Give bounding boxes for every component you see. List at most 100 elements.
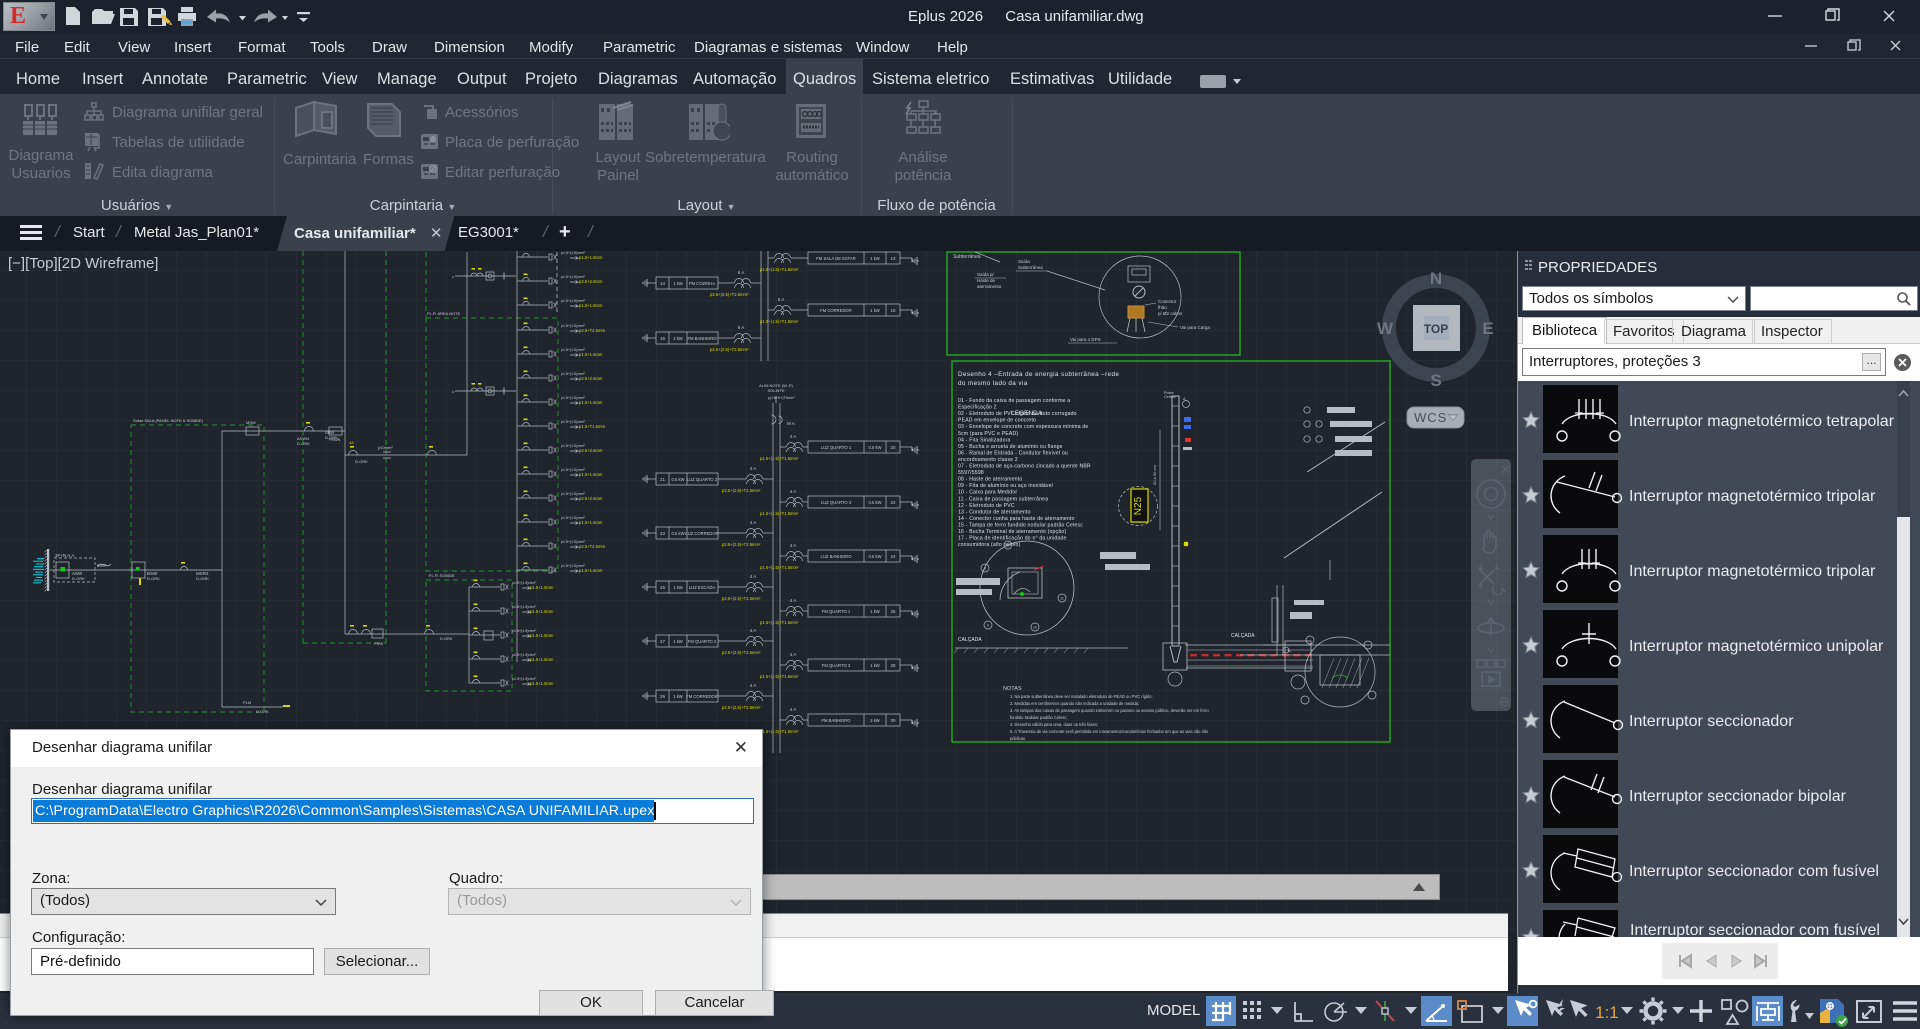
svg-text:D-GRK: D-GRK	[196, 576, 209, 581]
svg-text:4 A: 4 A	[750, 520, 757, 525]
svg-text:0.5 kW: 0.5 kW	[868, 445, 881, 450]
svg-text:p2.5+(2.5)+T2.5mm²: p2.5+(2.5)+T2.5mm²	[710, 292, 749, 297]
svg-text:p2.5+T2.5mm: p2.5+T2.5mm	[579, 328, 605, 333]
svg-text:p1.5+1.5mm: p1.5+1.5mm	[530, 609, 554, 614]
svg-text:1:1: 1:1	[1595, 1003, 1619, 1022]
svg-text:p2.5+T2.5mm: p2.5+T2.5mm	[579, 544, 605, 549]
svg-text:4 A: 4 A	[790, 434, 797, 439]
svg-text:FM COZINHA: FM COZINHA	[689, 281, 715, 286]
svg-text:LUZ BANHEIRO: LUZ BANHEIRO	[821, 554, 853, 559]
svg-text:1 kW: 1 kW	[673, 694, 683, 699]
svg-text:4 A: 4 A	[750, 466, 757, 471]
svg-text:Especificação 2: Especificação 2	[958, 405, 997, 411]
svg-text:W: W	[1377, 319, 1394, 338]
svg-text:Celesc: Celesc	[1164, 395, 1176, 399]
svg-text:4 A: 4 A	[790, 489, 797, 494]
svg-text:09 - Fita de alumínio ou aço i: 09 - Fita de alumínio ou aço inoxidável	[958, 483, 1053, 489]
svg-text:08 - Haste de aterramento: 08 - Haste de aterramento	[958, 477, 1022, 483]
svg-text:M A: M A	[787, 421, 795, 426]
svg-text:06 - Ramal de Entrada - Condut: 06 - Ramal de Entrada - Condutor flexíve…	[958, 450, 1068, 456]
svg-text:8: 8	[984, 567, 986, 571]
svg-text:13 - Condutor de aterramento: 13 - Condutor de aterramento	[958, 509, 1031, 515]
svg-text:1 kW: 1 kW	[673, 585, 683, 590]
svg-text:0.5 kW: 0.5 kW	[671, 477, 684, 482]
svg-text:0.5 kW: 0.5 kW	[868, 500, 881, 505]
svg-text:14: 14	[660, 281, 666, 286]
svg-text:Interruptor seccionador com fu: Interruptor seccionador com fusível	[1630, 922, 1880, 937]
svg-text:6 A: 6 A	[778, 297, 785, 302]
svg-text:30: 30	[890, 718, 896, 723]
svg-text:D-GRK: D-GRK	[72, 576, 85, 581]
svg-text:2 kW: 2 kW	[673, 336, 683, 341]
svg-text:p1.5+1.5mm: p1.5+1.5mm	[579, 255, 603, 260]
svg-text:D-GRK: D-GRK	[297, 441, 310, 446]
svg-text:13: 13	[890, 256, 896, 261]
svg-text:11 - Caixa de passagem subterr: 11 - Caixa de passagem subterrânea	[958, 496, 1048, 502]
svg-text:9: 9	[987, 624, 989, 628]
svg-text:D-GRK: D-GRK	[147, 576, 160, 581]
svg-text:PEAD em envelope de concreto: PEAD em envelope de concreto	[958, 418, 1036, 424]
svg-text:Saída p/: Saída p/	[977, 272, 995, 277]
svg-text:D-GRK: D-GRK	[355, 459, 368, 464]
svg-text:4. Desenho válido para uma,: 4. Desenho válido para uma, duas ou três…	[1010, 722, 1098, 727]
svg-text:14 - Conector cunha para haste: 14 - Conector cunha para haste de aterra…	[958, 516, 1075, 522]
svg-text:Vai para Carga: Vai para Carga	[1180, 325, 1210, 330]
svg-text:4 A: 4 A	[790, 707, 797, 712]
svg-text:p2.5+2.5mm: p2.5+2.5mm	[579, 448, 603, 453]
svg-text:1 kW: 1 kW	[870, 663, 880, 668]
svg-text:0.5 kW: 0.5 kW	[868, 554, 881, 559]
svg-text:TOP: TOP	[1424, 322, 1448, 336]
svg-text:LUZ ESCADA: LUZ ESCADA	[689, 585, 716, 590]
svg-text:D-GRK: D-GRK	[256, 709, 269, 714]
svg-text:NOTAS: NOTAS	[1003, 686, 1022, 692]
svg-text:FM CORREDOR: FM CORREDOR	[820, 308, 852, 313]
svg-text:LEGENDA: LEGENDA	[1011, 410, 1043, 417]
svg-text:E: E	[1482, 319, 1493, 338]
svg-text:4A: 4A	[349, 440, 354, 445]
svg-text:16 - Bucha Terminal de aterram: 16 - Bucha Terminal de aterramento (opçã…	[958, 529, 1066, 535]
svg-text:07 - Eletroduto de aço-carbono: 07 - Eletroduto de aço-carbono zincado a…	[958, 464, 1091, 470]
svg-text:encordoamento classe 2: encordoamento classe 2	[958, 457, 1018, 463]
svg-text:p2.5+(2.5)+T2.5mm²: p2.5+(2.5)+T2.5mm²	[722, 542, 761, 547]
svg-text:05 - Bucha e arruela de alumín: 05 - Bucha e arruela de alumínio ou flan…	[958, 444, 1063, 450]
svg-text:p1.5+(1.5)+T1.5mm²: p1.5+(1.5)+T1.5mm²	[760, 319, 799, 324]
svg-text:LUZ QUARTO 2: LUZ QUARTO 2	[687, 477, 718, 482]
svg-text:1 kW: 1 kW	[870, 609, 880, 614]
svg-text:CALÇADA: CALÇADA	[958, 637, 982, 643]
svg-text:WCS: WCS	[1414, 410, 1447, 425]
svg-text:2 kW: 2 kW	[870, 718, 880, 723]
svg-text:21: 21	[660, 477, 666, 482]
svg-text:p(+6+6+)Tfmm²: p(+6+6+)Tfmm²	[768, 396, 795, 400]
svg-text:4 A: 4 A	[750, 628, 757, 633]
svg-text:p1.5+(1.5)+T1.5mm²: p1.5+(1.5)+T1.5mm²	[760, 620, 799, 625]
svg-text:p2.5+(2.5)+T2.5mm²: p2.5+(2.5)+T2.5mm²	[722, 705, 761, 710]
svg-text:p1.5+(1.5)+T1.5mm²: p1.5+(1.5)+T1.5mm²	[760, 456, 799, 461]
svg-text:15: 15	[890, 308, 896, 313]
svg-text:p1.5+(1.5)+T1.5mm²: p1.5+(1.5)+T1.5mm²	[760, 729, 799, 734]
svg-text:Interruptor magnetotérmico tri: Interruptor magnetotérmico tripolar	[1629, 563, 1876, 580]
svg-text:Subterrânea: Subterrânea	[953, 254, 981, 260]
svg-text:Interruptor magnetotérmico uni: Interruptor magnetotérmico unipolar	[1629, 638, 1884, 655]
svg-text:FM SALA DE ESTAR: FM SALA DE ESTAR	[816, 256, 855, 261]
svg-text:4 A: 4 A	[750, 683, 757, 688]
svg-text:Interruptor seccionador com fu: Interruptor seccionador com fusível	[1629, 863, 1879, 880]
svg-text:20: 20	[890, 445, 896, 450]
svg-text:p2.5+(2.5)+T2.5mm²: p2.5+(2.5)+T2.5mm²	[722, 650, 761, 655]
svg-text:p2.5+(2.5)+T2.5mm²: p2.5+(2.5)+T2.5mm²	[710, 347, 749, 352]
svg-text:2. Medidas em centímetros qu: 2. Medidas em centímetros quando não ind…	[1010, 701, 1139, 706]
svg-text:p1.5+1.5mm: p1.5+1.5mm	[579, 472, 603, 477]
svg-text:p2.5+(2.5)+T2.5mm²: p2.5+(2.5)+T2.5mm²	[722, 488, 761, 493]
svg-text:15 - Tampa de ferro fundido no: 15 - Tampa de ferro fundido nodular padr…	[958, 522, 1083, 528]
svg-text:p2.5+2.5mm: p2.5+2.5mm	[579, 279, 603, 284]
svg-text:públicas: públicas	[1010, 736, 1025, 741]
svg-text:LUZ CORREDOR: LUZ CORREDOR	[685, 531, 719, 536]
svg-text:25: 25	[660, 585, 666, 590]
svg-text:p1.5+1.5mm: p1.5+1.5mm	[579, 303, 603, 308]
svg-text:24: 24	[890, 554, 896, 559]
svg-text:LUZ QUARTO 1: LUZ QUARTO 1	[821, 445, 852, 450]
svg-text:FM QUARTO 2: FM QUARTO 2	[688, 639, 717, 644]
svg-text:p1.5+(1.5)+T1.5mm²: p1.5+(1.5)+T1.5mm²	[760, 267, 799, 272]
svg-text:SOLINTE: SOLINTE	[767, 388, 784, 393]
svg-text:FM BANHEIRO: FM BANHEIRO	[821, 718, 851, 723]
svg-text:PLM: PLM	[243, 700, 251, 705]
